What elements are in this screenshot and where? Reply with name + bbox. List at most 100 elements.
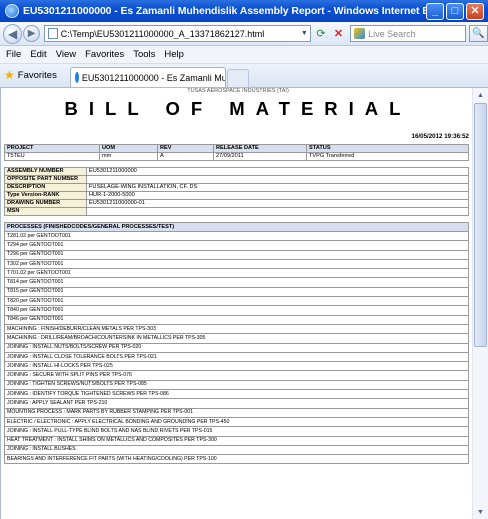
process-item: MACHINING : DRILL/REAM/BROACH/COUNTERSIN… <box>4 333 469 344</box>
close-button[interactable]: ✕ <box>466 2 484 20</box>
assembly-value <box>86 175 469 184</box>
status-col-header: STATUS <box>306 144 469 153</box>
process-item: MACHINING : FINISH/DEBURR/CLEAN METALS P… <box>4 323 469 335</box>
vertical-scrollbar[interactable]: ▲ ▼ <box>472 88 488 519</box>
status-value: TVPG Transferred <box>306 152 469 161</box>
assembly-row: ASSEMBLY NUMBER EU5301211000000 <box>4 167 469 176</box>
assembly-label: Type Version-RANK <box>4 191 87 200</box>
assembly-value: EU5301211000000-01 <box>86 199 469 208</box>
favorites-button[interactable]: ★ Favorites <box>4 65 62 87</box>
page-icon <box>47 28 58 39</box>
rev-col-header: REV <box>157 144 214 153</box>
assembly-row: Type Version-RANK HUR-1-2000-5000 <box>4 191 469 200</box>
process-item: T294 per GENTOOT001 <box>4 240 469 251</box>
process-row: MACHINING : DRILL/REAM/BROACH/COUNTERSIN… <box>4 333 469 344</box>
menu-edit[interactable]: Edit <box>30 49 46 60</box>
menu-tools[interactable]: Tools <box>133 49 155 60</box>
process-row: JOINING : TIGHTEN SCREWS/NUTS/BOLTS PER … <box>4 379 469 391</box>
forward-button[interactable]: ▶ <box>23 25 40 42</box>
page-viewport[interactable]: TUSAS AEROSPACE INDUSTRIES (TAI) BILL OF… <box>0 88 472 519</box>
process-row: HEAT TREATMENT : INSTALL SHIMS ON METALL… <box>4 435 469 446</box>
assembly-value: EU5301211000000 <box>86 167 469 176</box>
process-item: T820 per GENTOOT001 <box>4 296 469 307</box>
magnifier-icon: 🔍 <box>472 28 485 39</box>
search-placeholder: Live Search <box>368 28 416 39</box>
process-item: JOINING : APPLY SEALANT PER TPS-210 <box>4 398 469 409</box>
rev-value: A <box>157 152 214 161</box>
address-input[interactable]: C:\Temp\EU5301211000000_A_13371862127.ht… <box>43 25 312 42</box>
scroll-up-icon[interactable]: ▲ <box>473 88 488 102</box>
minimize-button[interactable]: _ <box>426 2 444 20</box>
address-dropdown-icon[interactable]: ▼ <box>298 26 310 41</box>
menu-favorites[interactable]: Favorites <box>85 49 124 60</box>
scroll-down-icon[interactable]: ▼ <box>473 505 488 519</box>
forward-arrow-icon: ▶ <box>27 28 36 39</box>
assembly-label: MSN <box>4 207 87 216</box>
process-row: ELECTRIC / ELECTRONIC : APPLY ELECTRICAL… <box>4 416 469 428</box>
menu-bar: File Edit View Favorites Tools Help <box>0 46 488 64</box>
report-title: BILL OF MATERIAL <box>64 98 412 119</box>
process-item: T840 per GENTOOT001 <box>4 305 469 316</box>
window-title-bar[interactable]: EU5301211000000 - Es Zamanli Muhendislik… <box>0 0 488 22</box>
process-row: JOINING : INSTALL CLOSE TOLERANCE BOLTS … <box>4 351 469 363</box>
search-button[interactable]: 🔍 <box>468 25 488 42</box>
process-row: MACHINING : FINISH/DEBURR/CLEAN METALS P… <box>4 323 469 335</box>
assembly-label: DRAWING NUMBER <box>4 199 87 208</box>
assembly-label: ASSEMBLY NUMBER <box>4 167 87 176</box>
process-row: BEARINGS AND INTERFERENCE FIT PARTS (WIT… <box>4 454 469 465</box>
process-item: HEAT TREATMENT : INSTALL SHIMS ON METALL… <box>4 435 469 446</box>
ie-tab-icon <box>74 72 79 83</box>
report-date: 16/05/2012 19:36:52 <box>411 133 469 140</box>
project-col-header: PROJECT <box>4 144 100 153</box>
process-item: JOINING : INSTALL HI-LOCKS PER TPS-025 <box>4 361 469 372</box>
menu-help[interactable]: Help <box>164 49 184 60</box>
process-item: JOINING : INSTALL PULL-TYPE BLIND BOLTS … <box>4 426 469 437</box>
process-item: ELECTRIC / ELECTRONIC : APPLY ELECTRICAL… <box>4 416 469 428</box>
uom-value: mm <box>99 152 158 161</box>
search-input[interactable]: Live Search <box>350 25 466 42</box>
assembly-row: MSN <box>4 207 469 216</box>
window-title: EU5301211000000 - Es Zamanli Muhendislik… <box>23 5 426 17</box>
report-document: TUSAS AEROSPACE INDUSTRIES (TAI) BILL OF… <box>4 88 472 465</box>
project-header-row: PROJECT UOM REV RELEASE DATE STATUS <box>4 144 469 153</box>
process-item: JOINING : IDENTIFY TORQUE TIGHTENED SCRE… <box>4 389 469 400</box>
tab-label: EU5301211000000 - Es Zamanli Muhendislik… <box>81 72 226 83</box>
process-row: JOINING : IDENTIFY TORQUE TIGHTENED SCRE… <box>4 389 469 400</box>
process-row: T294 per GENTOOT001 <box>4 240 469 251</box>
process-item: JOINING : INSTALL NUTS/BOLTS/SCREW PER T… <box>4 342 469 353</box>
process-row: JOINING : APPLY SEALANT PER TPS-210 <box>4 398 469 409</box>
process-item: JOINING : INSTALL BUSHES <box>4 444 469 456</box>
stop-icon[interactable]: ✕ <box>331 26 346 42</box>
ie-app-icon <box>5 4 19 18</box>
back-button[interactable]: ◀ <box>3 23 23 44</box>
release-date-value: 27/09/2011 <box>213 152 307 161</box>
process-row: T840 per GENTOOT001 <box>4 305 469 316</box>
process-row: T820 per GENTOOT001 <box>4 296 469 307</box>
assembly-label: OPPOSITE PART NUMBER <box>4 175 87 184</box>
menu-view[interactable]: View <box>56 49 76 60</box>
scroll-thumb[interactable] <box>474 103 487 347</box>
new-tab-button[interactable] <box>226 69 249 87</box>
refresh-icon[interactable]: ⟳ <box>313 26 328 42</box>
process-item: T296 per GENTOOT001 <box>4 249 469 260</box>
menu-file[interactable]: File <box>6 49 21 60</box>
uom-col-header: UOM <box>99 144 158 153</box>
process-row: JOINING : INSTALL BUSHES <box>4 444 469 456</box>
project-data-row: T5TEU mm A 27/09/2011 TVPG Transferred <box>4 152 469 161</box>
process-row: T296 per GENTOOT001 <box>4 249 469 260</box>
assembly-label: DESCRIPTION <box>4 183 87 192</box>
assembly-table: ASSEMBLY NUMBER EU5301211000000 OPPOSITE … <box>4 167 469 216</box>
project-table: PROJECT UOM REV RELEASE DATE STATUS T5TE… <box>4 144 469 161</box>
address-url: C:\Temp\EU5301211000000_A_13371862127.ht… <box>60 28 265 39</box>
process-row: JOINING : INSTALL PULL-TYPE BLIND BOLTS … <box>4 426 469 437</box>
assembly-row: DRAWING NUMBER EU5301211000000-01 <box>4 199 469 208</box>
star-icon: ★ <box>4 68 15 82</box>
assembly-value: HUR-1-2000-5000 <box>86 191 469 200</box>
process-row: JOINING : INSTALL HI-LOCKS PER TPS-025 <box>4 361 469 372</box>
process-item: JOINING : TIGHTEN SCREWS/NUTS/BOLTS PER … <box>4 379 469 391</box>
assembly-value <box>86 207 469 216</box>
project-value: T5TEU <box>4 152 100 161</box>
assembly-row: OPPOSITE PART NUMBER <box>4 175 469 184</box>
browser-tab[interactable]: EU5301211000000 - Es Zamanli Muhendislik… <box>69 67 226 87</box>
maximize-button[interactable]: □ <box>446 2 464 20</box>
